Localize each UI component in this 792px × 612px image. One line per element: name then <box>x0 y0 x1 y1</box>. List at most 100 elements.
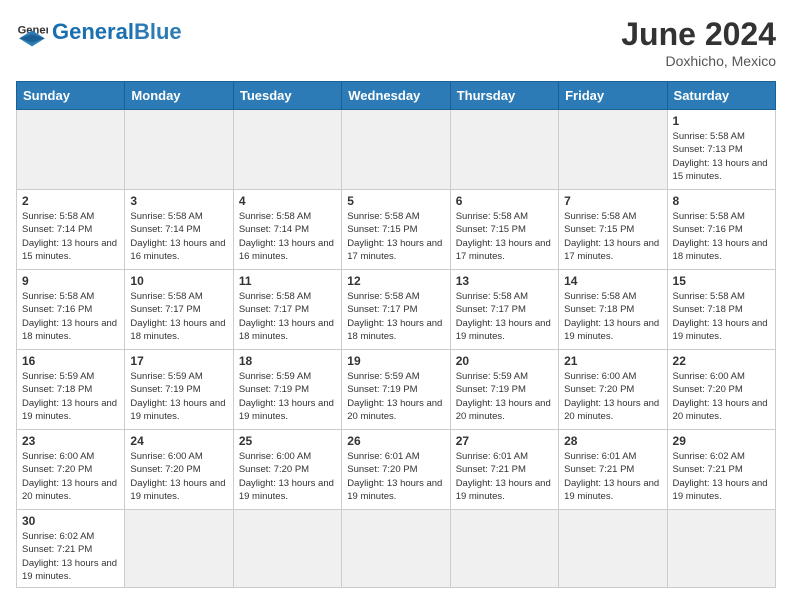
weekday-header-thursday: Thursday <box>450 82 558 110</box>
calendar-cell: 13Sunrise: 5:58 AMSunset: 7:17 PMDayligh… <box>450 270 558 350</box>
calendar-cell: 25 Sunrise: 6:00 AMSunset: 7:20 PMDayligh… <box>233 430 341 510</box>
day-info: Sunrise: 6:01 AMSunset: 7:21 PMDaylight:… <box>456 450 553 503</box>
day-info: Sunrise: 5:59 AMSunset: 7:19 PMDaylight:… <box>347 370 444 423</box>
calendar-cell: 27Sunrise: 6:01 AMSunset: 7:21 PMDayligh… <box>450 430 558 510</box>
calendar-cell: 19Sunrise: 5:59 AMSunset: 7:19 PMDayligh… <box>342 350 450 430</box>
week-row-4: 16 Sunrise: 5:59 AMSunset: 7:18 PMDayligh… <box>17 350 776 430</box>
day-info: Sunrise: 6:00 AMSunset: 7:20 PMDaylight:… <box>239 450 336 503</box>
day-number: 12 <box>347 274 444 288</box>
calendar-cell: 7 Sunrise: 5:58 AMSunset: 7:15 PMDaylight… <box>559 190 667 270</box>
day-info: Sunrise: 5:59 AMSunset: 7:19 PMDaylight:… <box>456 370 553 423</box>
week-row-6: 30Sunrise: 6:02 AMSunset: 7:21 PMDayligh… <box>17 510 776 588</box>
calendar-cell: 21 Sunrise: 6:00 AMSunset: 7:20 PMDayligh… <box>559 350 667 430</box>
calendar-table: SundayMondayTuesdayWednesdayThursdayFrid… <box>16 81 776 588</box>
calendar-cell: 30Sunrise: 6:02 AMSunset: 7:21 PMDayligh… <box>17 510 125 588</box>
weekday-header-tuesday: Tuesday <box>233 82 341 110</box>
day-number: 22 <box>673 354 770 368</box>
day-number: 16 <box>22 354 119 368</box>
logo: General GeneralBlue <box>16 16 182 48</box>
day-info: Sunrise: 5:58 AMSunset: 7:15 PMDaylight:… <box>564 210 661 263</box>
day-info: Sunrise: 5:59 AMSunset: 7:18 PMDaylight:… <box>22 370 119 423</box>
calendar-cell: 23Sunrise: 6:00 AMSunset: 7:20 PMDayligh… <box>17 430 125 510</box>
weekday-header-sunday: Sunday <box>17 82 125 110</box>
day-info: Sunrise: 6:01 AMSunset: 7:21 PMDaylight:… <box>564 450 661 503</box>
day-info: Sunrise: 5:59 AMSunset: 7:19 PMDaylight:… <box>239 370 336 423</box>
day-info: Sunrise: 5:58 AMSunset: 7:16 PMDaylight:… <box>673 210 770 263</box>
day-number: 30 <box>22 514 119 528</box>
day-info: Sunrise: 5:59 AMSunset: 7:19 PMDaylight:… <box>130 370 227 423</box>
day-number: 21 <box>564 354 661 368</box>
day-info: Sunrise: 5:58 AMSunset: 7:17 PMDaylight:… <box>239 290 336 343</box>
day-info: Sunrise: 5:58 AMSunset: 7:17 PMDaylight:… <box>130 290 227 343</box>
calendar-cell: 8 Sunrise: 5:58 AMSunset: 7:16 PMDaylight… <box>667 190 775 270</box>
calendar-cell: 15Sunrise: 5:58 AMSunset: 7:18 PMDayligh… <box>667 270 775 350</box>
calendar-cell: 24 Sunrise: 6:00 AMSunset: 7:20 PMDayligh… <box>125 430 233 510</box>
calendar-cell: 6Sunrise: 5:58 AMSunset: 7:15 PMDaylight… <box>450 190 558 270</box>
calendar-cell: 16 Sunrise: 5:59 AMSunset: 7:18 PMDayligh… <box>17 350 125 430</box>
calendar-cell: 9Sunrise: 5:58 AMSunset: 7:16 PMDaylight… <box>17 270 125 350</box>
weekday-header-monday: Monday <box>125 82 233 110</box>
logo-blue: Blue <box>134 19 182 44</box>
calendar-cell <box>559 510 667 588</box>
calendar-cell: 4Sunrise: 5:58 AMSunset: 7:14 PMDaylight… <box>233 190 341 270</box>
day-info: Sunrise: 5:58 AMSunset: 7:14 PMDaylight:… <box>130 210 227 263</box>
day-number: 11 <box>239 274 336 288</box>
day-number: 17 <box>130 354 227 368</box>
calendar-cell: 10 Sunrise: 5:58 AMSunset: 7:17 PMDayligh… <box>125 270 233 350</box>
calendar-cell <box>342 510 450 588</box>
logo-text: GeneralBlue <box>52 19 182 45</box>
day-number: 2 <box>22 194 119 208</box>
day-info: Sunrise: 5:58 AMSunset: 7:14 PMDaylight:… <box>239 210 336 263</box>
location: Doxhicho, Mexico <box>621 53 776 69</box>
calendar-cell <box>125 110 233 190</box>
calendar-cell <box>125 510 233 588</box>
calendar-cell: 12 Sunrise: 5:58 AMSunset: 7:17 PMDayligh… <box>342 270 450 350</box>
weekday-header-saturday: Saturday <box>667 82 775 110</box>
calendar-cell: 5 Sunrise: 5:58 AMSunset: 7:15 PMDaylight… <box>342 190 450 270</box>
weekday-header-friday: Friday <box>559 82 667 110</box>
calendar-cell: 18 Sunrise: 5:59 AMSunset: 7:19 PMDayligh… <box>233 350 341 430</box>
weekday-header-wednesday: Wednesday <box>342 82 450 110</box>
calendar-cell: 11 Sunrise: 5:58 AMSunset: 7:17 PMDayligh… <box>233 270 341 350</box>
day-number: 8 <box>673 194 770 208</box>
day-number: 25 <box>239 434 336 448</box>
day-info: Sunrise: 6:02 AMSunset: 7:21 PMDaylight:… <box>673 450 770 503</box>
day-number: 7 <box>564 194 661 208</box>
day-number: 20 <box>456 354 553 368</box>
calendar-cell: 1Sunrise: 5:58 AMSunset: 7:13 PMDaylight… <box>667 110 775 190</box>
calendar-cell <box>342 110 450 190</box>
day-number: 18 <box>239 354 336 368</box>
weekday-header-row: SundayMondayTuesdayWednesdayThursdayFrid… <box>17 82 776 110</box>
day-info: Sunrise: 6:00 AMSunset: 7:20 PMDaylight:… <box>22 450 119 503</box>
day-number: 9 <box>22 274 119 288</box>
day-number: 6 <box>456 194 553 208</box>
calendar-cell <box>233 510 341 588</box>
calendar-cell: 26Sunrise: 6:01 AMSunset: 7:20 PMDayligh… <box>342 430 450 510</box>
day-number: 29 <box>673 434 770 448</box>
day-info: Sunrise: 6:01 AMSunset: 7:20 PMDaylight:… <box>347 450 444 503</box>
calendar-cell <box>233 110 341 190</box>
week-row-2: 2 Sunrise: 5:58 AMSunset: 7:14 PMDaylight… <box>17 190 776 270</box>
day-number: 14 <box>564 274 661 288</box>
logo-general: General <box>52 19 134 44</box>
calendar-cell: 29 Sunrise: 6:02 AMSunset: 7:21 PMDayligh… <box>667 430 775 510</box>
day-info: Sunrise: 5:58 AMSunset: 7:15 PMDaylight:… <box>347 210 444 263</box>
day-number: 24 <box>130 434 227 448</box>
day-info: Sunrise: 5:58 AMSunset: 7:18 PMDaylight:… <box>564 290 661 343</box>
calendar-cell: 3 Sunrise: 5:58 AMSunset: 7:14 PMDaylight… <box>125 190 233 270</box>
calendar-cell: 20 Sunrise: 5:59 AMSunset: 7:19 PMDayligh… <box>450 350 558 430</box>
title-section: June 2024 Doxhicho, Mexico <box>621 16 776 69</box>
day-info: Sunrise: 6:00 AMSunset: 7:20 PMDaylight:… <box>673 370 770 423</box>
day-info: Sunrise: 6:00 AMSunset: 7:20 PMDaylight:… <box>130 450 227 503</box>
calendar-cell <box>450 510 558 588</box>
calendar-cell: 22 Sunrise: 6:00 AMSunset: 7:20 PMDayligh… <box>667 350 775 430</box>
day-info: Sunrise: 6:00 AMSunset: 7:20 PMDaylight:… <box>564 370 661 423</box>
day-info: Sunrise: 5:58 AMSunset: 7:17 PMDaylight:… <box>347 290 444 343</box>
day-number: 10 <box>130 274 227 288</box>
day-number: 5 <box>347 194 444 208</box>
logo-icon: General <box>16 16 48 48</box>
day-number: 3 <box>130 194 227 208</box>
calendar-cell <box>450 110 558 190</box>
day-info: Sunrise: 5:58 AMSunset: 7:14 PMDaylight:… <box>22 210 119 263</box>
day-info: Sunrise: 5:58 AMSunset: 7:18 PMDaylight:… <box>673 290 770 343</box>
